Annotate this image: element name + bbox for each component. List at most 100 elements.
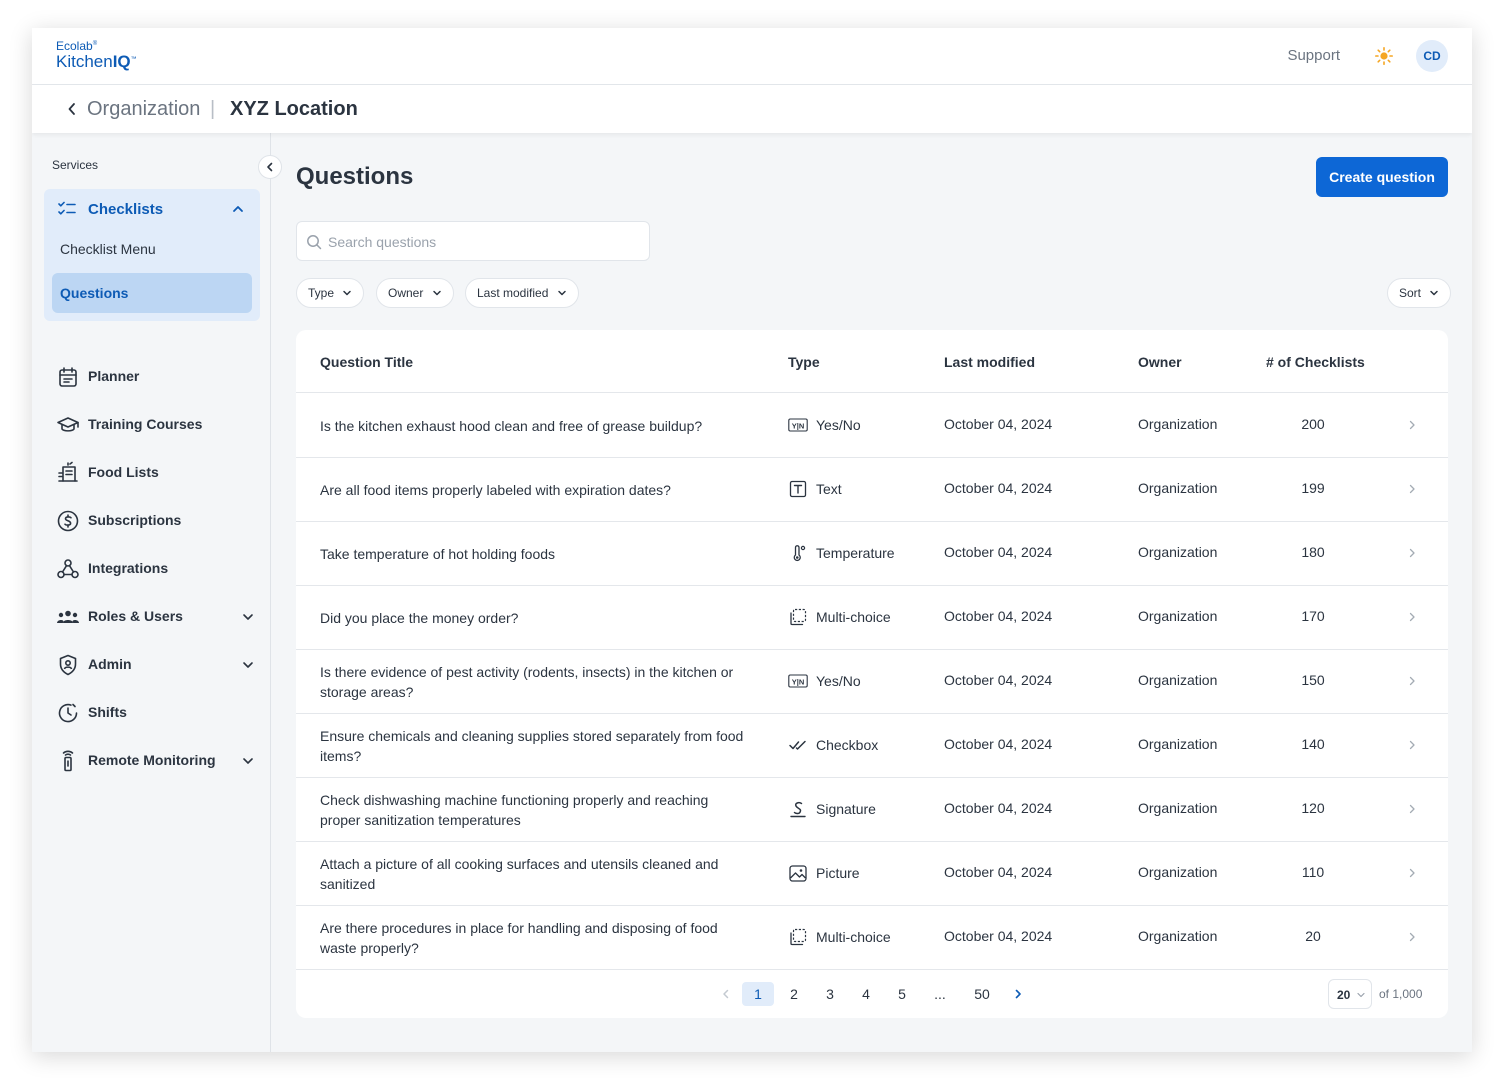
sidebar-item-label: Training Courses bbox=[88, 416, 203, 432]
table-row[interactable]: Did you place the money order? Multi-choi… bbox=[296, 586, 1448, 650]
sidebar-item-remote-monitoring[interactable]: Remote Monitoring bbox=[56, 747, 256, 775]
chevron-down-icon[interactable] bbox=[242, 659, 254, 671]
table-row[interactable]: Is the kitchen exhaust hood clean and fr… bbox=[296, 394, 1448, 458]
rows-per-page-select[interactable]: 20 bbox=[1328, 979, 1372, 1009]
search-input[interactable] bbox=[328, 231, 628, 253]
sidebar-subitem-questions[interactable]: Questions bbox=[52, 273, 252, 313]
create-question-button[interactable]: Create question bbox=[1316, 157, 1448, 197]
question-type-label: Text bbox=[816, 481, 842, 497]
chevron-up-icon[interactable] bbox=[232, 203, 244, 215]
sidebar-item-planner[interactable]: Planner bbox=[56, 363, 256, 391]
question-title: Take temperature of hot holding foods bbox=[320, 546, 556, 562]
question-type-label: Multi-choice bbox=[816, 929, 891, 945]
table-row[interactable]: Are all food items properly labeled with… bbox=[296, 458, 1448, 522]
collapse-sidebar-button[interactable] bbox=[258, 155, 282, 179]
table-row[interactable]: Are there procedures in place for handli… bbox=[296, 906, 1448, 970]
sidebar-item-label: Integrations bbox=[88, 560, 169, 576]
column-header-type[interactable]: Type bbox=[788, 354, 820, 370]
shield-icon bbox=[59, 654, 77, 676]
page-button[interactable]: 3 bbox=[818, 982, 842, 1006]
table-row[interactable]: Ensure chemicals and cleaning supplies s… bbox=[296, 714, 1448, 778]
owner: Organization bbox=[1138, 672, 1218, 688]
question-type: Signature bbox=[788, 800, 876, 818]
chevron-right-icon[interactable] bbox=[1406, 547, 1418, 559]
page-button[interactable]: 4 bbox=[854, 982, 878, 1006]
chevron-down-icon[interactable] bbox=[242, 611, 254, 623]
chevron-right-icon[interactable] bbox=[1406, 611, 1418, 623]
sidebar-item-roles-users[interactable]: Roles & Users bbox=[56, 603, 256, 631]
last-modified: October 04, 2024 bbox=[944, 928, 1053, 944]
table-row[interactable]: Is there evidence of pest activity (rode… bbox=[296, 650, 1448, 714]
chevron-down-icon bbox=[557, 290, 566, 296]
app-window: Ecolab® KitchenIQ™ Support CD Organizati… bbox=[32, 28, 1472, 1052]
breadcrumb-parent[interactable]: Organization bbox=[87, 98, 200, 121]
question-type: Text bbox=[788, 480, 842, 498]
webhook-icon bbox=[57, 559, 79, 579]
checklist-count: 150 bbox=[1301, 672, 1325, 688]
sidebar-item-training-courses[interactable]: Training Courses bbox=[56, 411, 256, 439]
question-type-label: Yes/No bbox=[816, 417, 861, 433]
sidebar-item-integrations[interactable]: Integrations bbox=[56, 555, 256, 583]
chevron-right-icon[interactable] bbox=[1406, 483, 1418, 495]
total-count: of 1,000 bbox=[1379, 987, 1423, 1001]
question-type: Y|N Yes/No bbox=[788, 672, 861, 690]
question-title: Are there procedures in place for handli… bbox=[320, 920, 718, 956]
support-link[interactable]: Support bbox=[1287, 47, 1340, 64]
question-type-label: Checkbox bbox=[816, 737, 879, 753]
column-header-title[interactable]: Question Title bbox=[320, 354, 413, 370]
picture-icon bbox=[789, 865, 807, 882]
chevron-right-icon[interactable] bbox=[1406, 419, 1418, 431]
question-title: Is the kitchen exhaust hood clean and fr… bbox=[320, 418, 703, 434]
sidebar: Services Checklists Checklist Menu Quest… bbox=[32, 133, 271, 1052]
multi-choice-icon bbox=[790, 928, 807, 946]
chevron-right-icon[interactable] bbox=[1406, 739, 1418, 751]
dollar-circle-icon bbox=[57, 510, 79, 532]
sidebar-item-admin[interactable]: Admin bbox=[56, 651, 256, 679]
question-type-label: Picture bbox=[816, 865, 860, 881]
sidebar-item-subscriptions[interactable]: Subscriptions bbox=[56, 507, 256, 535]
user-avatar[interactable]: CD bbox=[1416, 40, 1448, 72]
table-row[interactable]: Attach a picture of all cooking surfaces… bbox=[296, 842, 1448, 906]
table-header: Question Title Type Last modified Owner … bbox=[296, 330, 1448, 393]
sidebar-item-shifts[interactable]: Shifts bbox=[56, 699, 256, 727]
chevron-left-icon[interactable] bbox=[64, 101, 80, 117]
sun-icon[interactable] bbox=[1375, 47, 1393, 65]
chevron-down-icon[interactable] bbox=[242, 755, 254, 767]
page-button[interactable]: 1 bbox=[742, 982, 774, 1006]
users-icon bbox=[57, 610, 79, 623]
kitcheniq-logo[interactable]: Ecolab® KitchenIQ™ bbox=[56, 40, 137, 70]
table-row[interactable]: Take temperature of hot holding foods Tem… bbox=[296, 522, 1448, 586]
filter-label: Sort bbox=[1399, 286, 1422, 300]
chevron-right-icon[interactable] bbox=[1406, 803, 1418, 815]
sidebar-item-label: Subscriptions bbox=[88, 512, 182, 528]
sidebar-item-checklists[interactable]: Checklists bbox=[44, 189, 260, 229]
table-row[interactable]: Check dishwashing machine functioning pr… bbox=[296, 778, 1448, 842]
chevron-left-icon[interactable] bbox=[720, 988, 732, 1000]
page-button[interactable]: 2 bbox=[782, 982, 806, 1006]
column-header-checklist-count[interactable]: # of Checklists bbox=[1266, 354, 1365, 370]
page-button[interactable]: 5 bbox=[890, 982, 914, 1006]
sort-dropdown[interactable]: Sort bbox=[1387, 278, 1452, 308]
column-header-owner[interactable]: Owner bbox=[1138, 354, 1182, 370]
question-title: Are all food items properly labeled with… bbox=[320, 482, 671, 498]
chevron-right-icon[interactable] bbox=[1012, 988, 1024, 1000]
last-modified-filter-dropdown[interactable]: Last modified bbox=[465, 278, 579, 308]
owner-filter-dropdown[interactable]: Owner bbox=[376, 278, 454, 308]
sidebar-section-label: Services bbox=[52, 158, 99, 172]
sidebar-item-label: Planner bbox=[88, 368, 140, 384]
question-type-label: Multi-choice bbox=[816, 609, 891, 625]
column-header-last-modified[interactable]: Last modified bbox=[944, 354, 1035, 370]
question-type: Multi-choice bbox=[788, 928, 891, 946]
checklist-count: 20 bbox=[1305, 928, 1321, 944]
checklist-count: 110 bbox=[1301, 864, 1325, 880]
page-button[interactable]: 50 bbox=[970, 982, 994, 1006]
sidebar-item-food-lists[interactable]: Food Lists bbox=[56, 459, 256, 487]
chevron-right-icon[interactable] bbox=[1406, 867, 1418, 879]
sidebar-subitem-checklist-menu[interactable]: Checklist Menu bbox=[52, 229, 252, 269]
last-modified: October 04, 2024 bbox=[944, 544, 1053, 560]
sensor-icon bbox=[62, 750, 74, 772]
type-filter-dropdown[interactable]: Type bbox=[296, 278, 365, 308]
chevron-right-icon[interactable] bbox=[1406, 675, 1418, 687]
chevron-right-icon[interactable] bbox=[1406, 931, 1418, 943]
owner: Organization bbox=[1138, 928, 1218, 944]
